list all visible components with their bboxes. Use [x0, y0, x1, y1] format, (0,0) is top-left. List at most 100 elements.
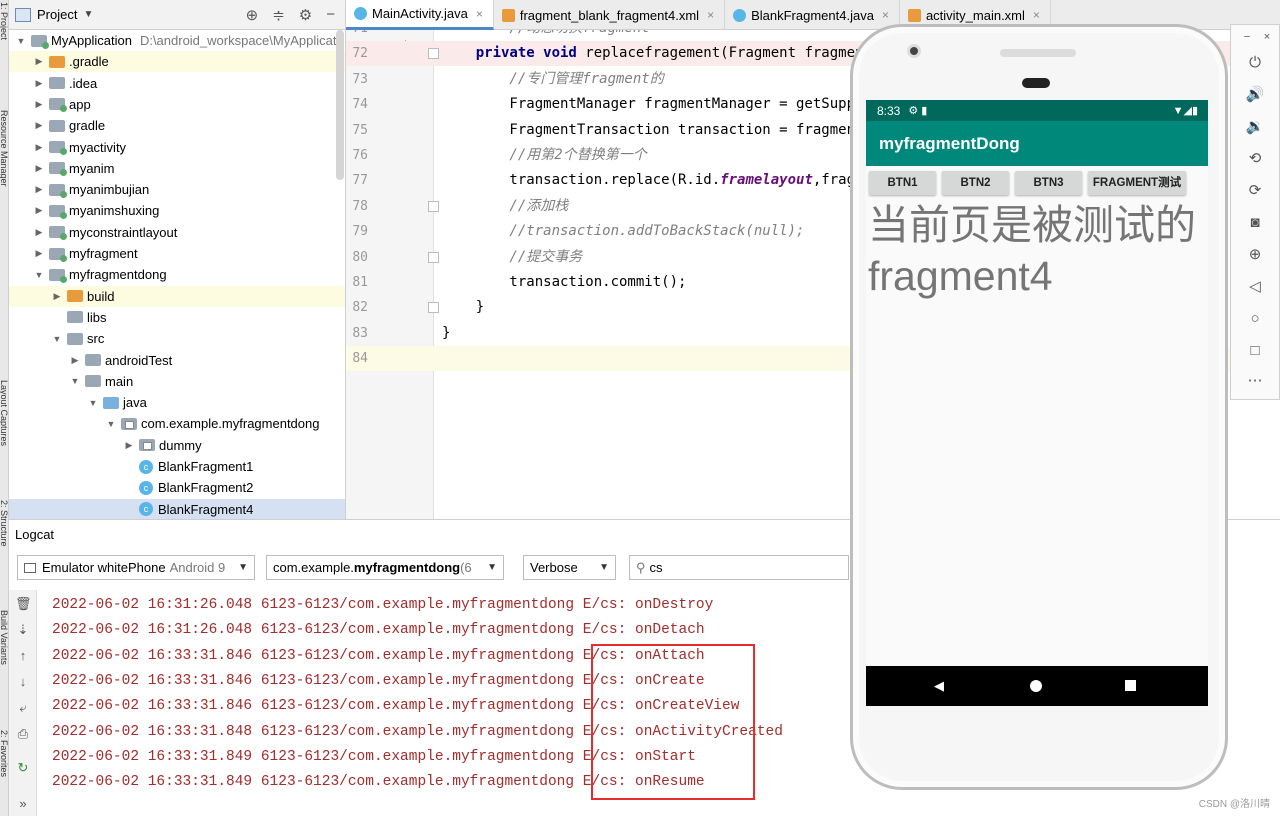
editor-tab[interactable]: MainActivity.java ×: [346, 0, 494, 30]
volume-up-icon[interactable]: 🔊: [1245, 85, 1265, 105]
collapse-all-icon[interactable]: ≑: [272, 6, 285, 24]
chevron-down-icon[interactable]: ▼: [33, 270, 45, 280]
process-dropdown[interactable]: com.example. myfragmentdong (6 ▼: [266, 555, 504, 580]
tree-item[interactable]: c BlankFragment1: [9, 456, 345, 477]
phone-screen[interactable]: 8:33 ⚙ ▮ ▼◢▮ myfragmentDong BTN1 BTN2 BT…: [866, 100, 1208, 706]
tree-item[interactable]: ▶ myanimbujian: [9, 179, 345, 200]
close-icon[interactable]: ×: [707, 8, 714, 22]
fold-marker-icon[interactable]: [428, 251, 439, 263]
tree-item[interactable]: ▼ MyApplication D:\android_workspace\MyApp…: [9, 30, 345, 51]
more-icon[interactable]: »: [15, 796, 31, 812]
side-tool-tab[interactable]: Layout Captures: [0, 380, 8, 446]
editor-tab[interactable]: fragment_blank_fragment4.xml ×: [494, 0, 726, 30]
screenshot-icon[interactable]: ◙: [1245, 213, 1265, 233]
scroll-to-end-icon[interactable]: ⇣: [15, 622, 31, 638]
tree-item[interactable]: ▶ myconstraintlayout: [9, 222, 345, 243]
log-line[interactable]: 2022-06-02 16:31:26.048 6123-6123/com.ex…: [52, 593, 713, 618]
tree-item[interactable]: ▶ myactivity: [9, 137, 345, 158]
tree-item[interactable]: ▼ main: [9, 371, 345, 392]
up-arrow-icon[interactable]: ↑: [15, 648, 31, 664]
btn2-button[interactable]: BTN2: [942, 171, 1009, 195]
home-icon[interactable]: ○: [1245, 309, 1265, 329]
rotate-left-icon[interactable]: ⟲: [1245, 149, 1265, 169]
side-tool-tab[interactable]: 2: Favorites: [0, 730, 8, 777]
log-search-input[interactable]: ⚲ cs: [629, 555, 849, 580]
hide-panel-icon[interactable]: −: [326, 6, 335, 24]
fold-marker-icon[interactable]: [428, 302, 439, 314]
locate-icon[interactable]: ⊕: [246, 6, 259, 24]
tree-item[interactable]: libs: [9, 307, 345, 328]
side-tool-tab[interactable]: 1: Project: [0, 2, 8, 40]
tree-item[interactable]: ▶ androidTest: [9, 350, 345, 371]
zoom-icon[interactable]: ⊕: [1245, 245, 1265, 265]
tree-item[interactable]: ▶ app: [9, 94, 345, 115]
chevron-right-icon[interactable]: ▶: [33, 184, 45, 195]
chevron-right-icon[interactable]: ▶: [33, 56, 45, 67]
side-tool-tab[interactable]: 2: Structure: [0, 500, 8, 547]
tree-item[interactable]: ▶ .gradle: [9, 51, 345, 73]
side-tool-tab[interactable]: Build Variants: [0, 610, 8, 665]
chevron-down-icon[interactable]: ▼: [51, 334, 63, 344]
chevron-right-icon[interactable]: ▶: [33, 163, 45, 174]
chevron-right-icon[interactable]: ▶: [33, 78, 45, 89]
tree-item[interactable]: ▶ dummy: [9, 435, 345, 456]
chevron-right-icon[interactable]: ▶: [51, 291, 63, 302]
tree-item[interactable]: ▶ .idea: [9, 73, 345, 94]
fold-marker-icon[interactable]: [428, 200, 439, 212]
home-icon[interactable]: [1030, 680, 1042, 692]
close-icon[interactable]: ×: [1257, 27, 1277, 47]
restart-icon[interactable]: ↻: [15, 760, 31, 776]
tree-item[interactable]: c BlankFragment2: [9, 477, 345, 498]
log-line[interactable]: 2022-06-02 16:31:26.048 6123-6123/com.ex…: [52, 618, 705, 643]
tree-item[interactable]: ▼ com.example.myfragmentdong: [9, 413, 345, 434]
log-level-dropdown[interactable]: Verbose ▼: [523, 555, 616, 580]
project-scrollbar[interactable]: [336, 30, 344, 180]
close-icon[interactable]: ×: [882, 8, 889, 22]
tree-item[interactable]: ▼ java: [9, 392, 345, 413]
close-icon[interactable]: ×: [476, 7, 483, 21]
tree-item[interactable]: ▶ myanimshuxing: [9, 200, 345, 221]
close-icon[interactable]: ×: [1033, 8, 1040, 22]
chevron-down-icon[interactable]: ▼: [87, 398, 99, 408]
fold-marker-icon[interactable]: [428, 48, 439, 60]
minimize-icon[interactable]: −: [1237, 27, 1257, 47]
down-arrow-icon[interactable]: ↓: [15, 674, 31, 690]
back-icon[interactable]: ◀: [934, 678, 944, 694]
chevron-down-icon[interactable]: ▼: [15, 36, 27, 46]
chevron-right-icon[interactable]: ▶: [33, 142, 45, 153]
chevron-down-icon[interactable]: ▼: [83, 9, 93, 20]
tree-item[interactable]: ▶ gradle: [9, 115, 345, 136]
chevron-down-icon[interactable]: ▼: [69, 376, 81, 386]
chevron-right-icon[interactable]: ▶: [33, 120, 45, 131]
back-icon[interactable]: ◁: [1245, 277, 1265, 297]
chevron-right-icon[interactable]: ▶: [123, 440, 135, 451]
more-icon[interactable]: ⋯: [1245, 371, 1265, 391]
device-dropdown[interactable]: Emulator whitePhone Android 9 ▼: [17, 555, 255, 580]
chevron-right-icon[interactable]: ▶: [33, 227, 45, 238]
tree-item[interactable]: ▶ myfragment: [9, 243, 345, 264]
volume-down-icon[interactable]: 🔉: [1245, 117, 1265, 137]
chevron-right-icon[interactable]: ▶: [33, 248, 45, 259]
power-icon[interactable]: ⏻: [1245, 53, 1265, 73]
fragment-test-button[interactable]: FRAGMENT测试: [1088, 171, 1186, 195]
chevron-right-icon[interactable]: ▶: [69, 355, 81, 366]
tree-item[interactable]: ▼ myfragmentdong: [9, 264, 345, 285]
chevron-right-icon[interactable]: ▶: [33, 205, 45, 216]
chevron-down-icon[interactable]: ▼: [105, 419, 117, 429]
tree-item[interactable]: ▶ myanim: [9, 158, 345, 179]
gear-icon[interactable]: ⚙: [299, 6, 312, 24]
side-tool-tab[interactable]: Resource Manager: [0, 110, 8, 187]
tree-item[interactable]: c BlankFragment4: [9, 498, 345, 519]
print-icon[interactable]: ⎙: [15, 726, 31, 742]
btn1-button[interactable]: BTN1: [869, 171, 936, 195]
btn3-button[interactable]: BTN3: [1015, 171, 1082, 195]
overview-icon[interactable]: [1125, 680, 1136, 691]
rotate-right-icon[interactable]: ⟳: [1245, 181, 1265, 201]
project-view-selector[interactable]: Project: [37, 7, 77, 22]
chevron-right-icon[interactable]: ▶: [33, 99, 45, 110]
overview-icon[interactable]: □: [1245, 341, 1265, 361]
soft-wrap-icon[interactable]: ⤶: [15, 700, 31, 716]
tree-item[interactable]: ▶ build: [9, 285, 345, 307]
tree-item[interactable]: ▼ src: [9, 328, 345, 349]
trash-icon[interactable]: 🗑: [15, 596, 32, 612]
